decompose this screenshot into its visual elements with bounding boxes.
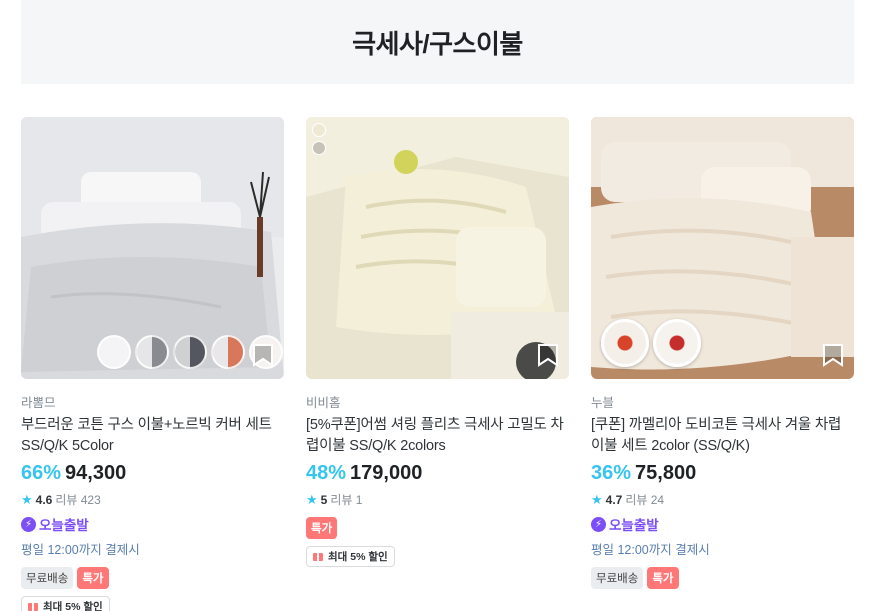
color-dots — [312, 123, 326, 155]
swatch-charcoal[interactable] — [173, 335, 207, 369]
star-icon: ★ — [21, 491, 33, 507]
coupon-badge: 최대 5% 할인 — [306, 546, 395, 567]
lightning-icon: ⚡ — [591, 516, 606, 532]
coupon-text: 최대 5% 할인 — [43, 601, 103, 611]
section-header: 극세사/구스이불 — [21, 0, 854, 84]
review-count: 리뷰 423 — [55, 493, 101, 507]
dot-gray[interactable] — [312, 141, 326, 155]
coupon-badge: 최대 5% 할인 — [21, 596, 110, 611]
brand-name[interactable]: 비비홈 — [306, 392, 569, 411]
product-image[interactable] — [21, 117, 284, 379]
rating-score: 5 — [320, 492, 328, 507]
product-card[interactable]: 비비홈 [5%쿠폰]어썸 셔링 플리츠 극세사 고밀도 차렵이불 SS/Q/K … — [306, 117, 569, 567]
price-row: 66% 94,300 — [21, 462, 284, 485]
today-departure-badge: ⚡ 오늘출발 — [591, 514, 854, 534]
section-title: 극세사/구스이불 — [352, 28, 523, 59]
price: 179,000 — [350, 462, 423, 484]
review-count: 리뷰 1 — [330, 493, 363, 507]
review-count: 리뷰 24 — [625, 493, 665, 507]
lightning-icon: ⚡ — [21, 516, 36, 532]
coupon-text: 최대 5% 할인 — [328, 551, 388, 563]
free-shipping-tag: 무료배송 — [21, 567, 74, 589]
bookmark-icon[interactable] — [537, 343, 559, 367]
star-icon: ★ — [591, 491, 603, 507]
today-departure-label: 오늘출발 — [39, 518, 89, 533]
special-price-tag: 특가 — [647, 567, 679, 589]
product-card[interactable]: 누블 [쿠폰] 까멜리아 도비코튼 극세사 겨울 차렵이불 세트 2color … — [591, 117, 854, 589]
product-card[interactable]: 라뽐므 부드러운 코튼 구스 이불+노르빅 커버 세트 SS/Q/K 5Colo… — [21, 117, 284, 611]
product-title[interactable]: [5%쿠폰]어썸 셔링 플리츠 극세사 고밀도 차렵이불 SS/Q/K 2col… — [306, 415, 569, 457]
discount-rate: 48% — [306, 462, 347, 484]
today-departure-label: 오늘출발 — [609, 518, 659, 533]
rating-score: 4.6 — [35, 492, 53, 507]
swatch-camellia-ivory[interactable] — [601, 319, 649, 367]
product-image[interactable] — [591, 117, 854, 379]
swatch-white[interactable] — [97, 335, 131, 369]
price: 94,300 — [65, 462, 127, 484]
coupon-icon — [28, 602, 38, 611]
price: 75,800 — [635, 462, 697, 484]
product-image[interactable] — [306, 117, 569, 379]
product-title[interactable]: 부드러운 코튼 구스 이불+노르빅 커버 세트 SS/Q/K 5Color — [21, 415, 284, 457]
coupon-icon — [313, 552, 323, 561]
tag-list: 무료배송 특가 — [21, 567, 284, 589]
swatch-gray[interactable] — [135, 335, 169, 369]
today-departure-note: 평일 12:00까지 결제시 — [21, 543, 140, 557]
special-price-tag: 특가 — [77, 567, 109, 589]
special-price-tag: 특가 — [306, 517, 338, 539]
dot-ivory[interactable] — [312, 123, 326, 137]
discount-rate: 36% — [591, 462, 632, 484]
price-row: 48% 179,000 — [306, 462, 569, 485]
rating-score: 4.7 — [605, 492, 623, 507]
bedding-photo — [306, 117, 569, 379]
rating-row: ★ 5 리뷰 1 — [306, 491, 569, 508]
swatch-camellia-white[interactable] — [653, 319, 701, 367]
brand-name[interactable]: 누블 — [591, 392, 854, 411]
swatch-terracotta[interactable] — [211, 335, 245, 369]
today-departure-badge: ⚡ 오늘출발 — [21, 514, 284, 534]
bookmark-icon[interactable] — [822, 343, 844, 367]
tag-list: 무료배송 특가 — [591, 567, 854, 589]
tag-list: 특가 — [306, 517, 569, 539]
product-title[interactable]: [쿠폰] 까멜리아 도비코튼 극세사 겨울 차렵이불 세트 2color (SS… — [591, 415, 854, 457]
star-icon: ★ — [306, 491, 318, 507]
today-departure-note: 평일 12:00까지 결제시 — [591, 543, 710, 557]
bookmark-icon[interactable] — [252, 343, 274, 367]
free-shipping-tag: 무료배송 — [591, 567, 644, 589]
color-swatches — [601, 319, 701, 367]
brand-name[interactable]: 라뽐므 — [21, 392, 284, 411]
discount-rate: 66% — [21, 462, 62, 484]
rating-row: ★ 4.6 리뷰 423 — [21, 491, 284, 508]
price-row: 36% 75,800 — [591, 462, 854, 485]
rating-row: ★ 4.7 리뷰 24 — [591, 491, 854, 508]
